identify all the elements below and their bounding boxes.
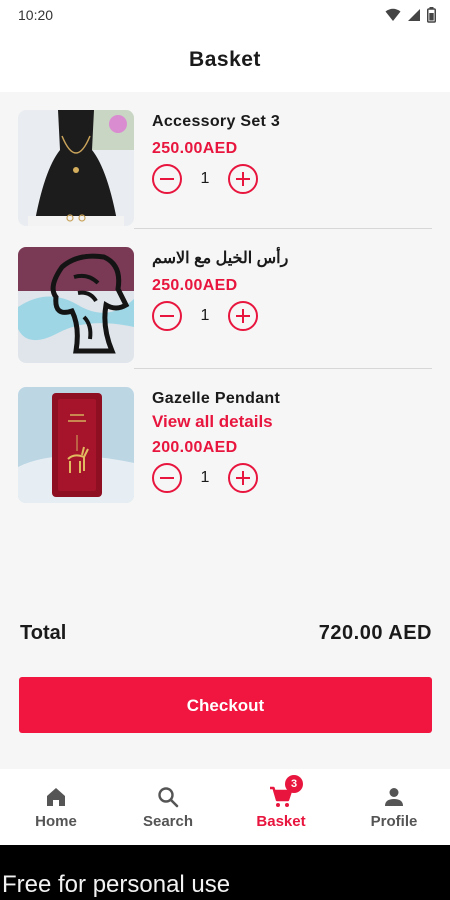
search-icon [158, 787, 179, 808]
product-image[interactable] [18, 387, 134, 503]
increase-quantity-button[interactable] [228, 463, 258, 493]
product-name[interactable]: رأس الخيل مع الاسم [152, 247, 432, 271]
basket-item[interactable]: Accessory Set 3 250.00AED 1 [18, 92, 432, 226]
person-icon [385, 788, 403, 806]
status-icons [385, 7, 436, 23]
watermark-bar: Free for personal use [0, 845, 450, 900]
decrease-quantity-button[interactable] [152, 301, 182, 331]
increase-quantity-button[interactable] [228, 301, 258, 331]
status-bar: 10:20 [0, 0, 450, 30]
quantity-stepper: 1 [152, 301, 432, 331]
quantity-value: 1 [200, 170, 210, 187]
nav-tab-home[interactable]: Home [0, 769, 112, 845]
nav-tab-label: Search [142, 813, 194, 830]
decrease-quantity-button[interactable] [152, 463, 182, 493]
bottom-navigation: Home Search 3 Basket Profile [0, 769, 450, 845]
increase-quantity-button[interactable] [228, 164, 258, 194]
nav-tab-basket[interactable]: 3 Basket [225, 769, 337, 845]
quantity-stepper: 1 [152, 164, 432, 194]
checkout-button[interactable]: Checkout [19, 677, 432, 733]
page-title: Basket [189, 48, 261, 71]
nav-tab-search[interactable]: Search [112, 769, 224, 845]
cart-count-badge: 3 [285, 775, 303, 793]
quantity-value: 1 [200, 307, 210, 324]
product-price: 200.00AED [152, 439, 238, 456]
view-all-details-link[interactable]: View all details [152, 411, 432, 433]
total-value: 720.00 AED [318, 622, 432, 644]
battery-icon [427, 7, 436, 23]
quantity-stepper: 1 [152, 463, 432, 493]
app-bar: Basket [0, 30, 450, 92]
item-info: رأس الخيل مع الاسم 250.00AED 1 [152, 247, 432, 331]
basket-item[interactable]: Gazelle Pendant View all details 200.00A… [18, 369, 432, 503]
item-info: Gazelle Pendant View all details 200.00A… [152, 387, 432, 493]
product-image[interactable] [18, 247, 134, 363]
product-price: 250.00AED [152, 140, 238, 157]
decrease-quantity-button[interactable] [152, 164, 182, 194]
product-name[interactable]: Gazelle Pendant [152, 387, 432, 411]
nav-tab-label: Basket [256, 813, 306, 830]
home-icon [47, 788, 65, 806]
watermark-text: Free for personal use [2, 871, 231, 898]
basket-item[interactable]: رأس الخيل مع الاسم 250.00AED 1 [18, 229, 432, 363]
product-name[interactable]: Accessory Set 3 [152, 110, 432, 134]
product-image[interactable] [18, 110, 134, 226]
wifi-icon [385, 8, 401, 21]
item-info: Accessory Set 3 250.00AED 1 [152, 110, 432, 194]
quantity-value: 1 [200, 469, 210, 486]
product-price: 250.00AED [152, 277, 238, 294]
nav-tab-profile[interactable]: Profile [338, 769, 450, 845]
nav-tab-label: Home [35, 813, 77, 830]
nav-tab-label: Profile [370, 813, 418, 830]
basket-total: Total 720.00 AED [20, 622, 432, 652]
status-time: 10:20 [18, 7, 54, 23]
signal-icon [408, 9, 420, 21]
total-label: Total [20, 622, 67, 644]
